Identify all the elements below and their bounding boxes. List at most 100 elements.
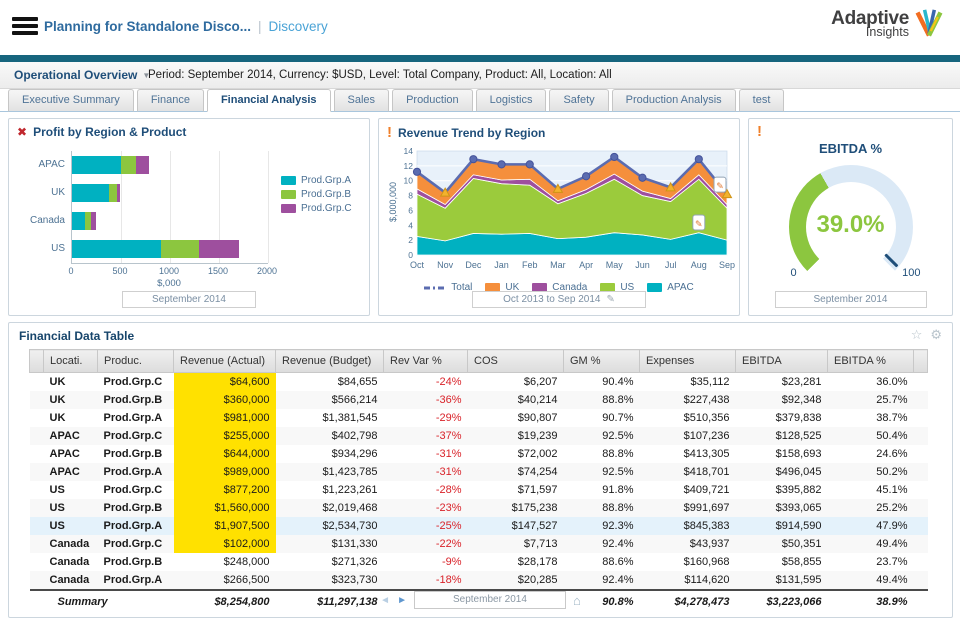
table-row[interactable]: UKProd.Grp.C$64,600$84,655-24%$6,20790.4…: [30, 373, 928, 392]
bar-x-tick-label: 1000: [159, 266, 179, 276]
cell-ebitda: $158,693: [736, 445, 828, 463]
bar-x-tick-label: 1500: [208, 266, 228, 276]
table-row[interactable]: CanadaProd.Grp.B$248,000$271,326-9%$28,1…: [30, 553, 928, 571]
panel-title: Revenue Trend by Region: [398, 126, 545, 140]
marker-circle: [470, 156, 477, 163]
tab-executive-summary[interactable]: Executive Summary: [8, 89, 134, 112]
cell-location: Canada: [44, 553, 98, 571]
gauge-period-selector[interactable]: September 2014: [775, 291, 927, 308]
gauge-value: 39.0%: [789, 211, 913, 239]
settings-gear-icon[interactable]: ⚙: [930, 327, 942, 343]
cell-rev-var: -31%: [384, 445, 468, 463]
row-gutter: [914, 571, 928, 590]
cell-rev-var: -18%: [384, 571, 468, 590]
tab-production[interactable]: Production: [392, 89, 473, 112]
app-title-group: Planning for Standalone Disco... | Disco…: [44, 19, 328, 34]
bar-category-label: Canada: [9, 207, 65, 235]
row-gutter: [30, 553, 44, 571]
cell-product: Prod.Grp.B: [98, 445, 174, 463]
logo-v-icon: [914, 8, 944, 40]
status-alert-icon: !: [387, 125, 392, 140]
pager-period-input[interactable]: September 2014: [414, 591, 566, 609]
trend-x-tick: Nov: [437, 260, 454, 270]
cell-rev-budget: $2,534,730: [276, 517, 384, 535]
bar-segment-prod-grp-c: [136, 156, 150, 174]
title-separator: |: [258, 19, 262, 34]
column-header-revenue-budget-: Revenue (Budget): [276, 350, 384, 373]
bar-row: [72, 184, 120, 202]
discovery-link[interactable]: Discovery: [269, 19, 328, 34]
tab-safety[interactable]: Safety: [549, 89, 608, 112]
table-row[interactable]: USProd.Grp.A$1,907,500$2,534,730-25%$147…: [30, 517, 928, 535]
cell-cos: $147,527: [468, 517, 564, 535]
home-icon[interactable]: ⌂: [573, 593, 581, 608]
table-row[interactable]: UKProd.Grp.B$360,000$566,214-36%$40,2148…: [30, 391, 928, 409]
tab-sales[interactable]: Sales: [334, 89, 390, 112]
trend-x-tick: Aug: [691, 260, 707, 270]
bar-segment-prod-grp-b: [121, 156, 136, 174]
table-row[interactable]: APACProd.Grp.A$989,000$1,423,785-31%$74,…: [30, 463, 928, 481]
row-gutter: [30, 481, 44, 499]
profit-period-selector[interactable]: September 2014: [122, 291, 256, 308]
trend-period-selector[interactable]: Oct 2013 to Sep 2014 ✎: [472, 291, 646, 308]
stacked-bar-chart: [71, 151, 268, 264]
bar-x-ticks: 0500100015002000: [71, 266, 267, 276]
top-bar: Planning for Standalone Disco... | Disco…: [0, 0, 960, 55]
cell-rev-budget: $402,798: [276, 427, 384, 445]
trend-y-tick: 0: [408, 250, 413, 260]
cell-expenses: $510,356: [640, 409, 736, 427]
bar-x-tick-label: 2000: [257, 266, 277, 276]
row-gutter: [914, 409, 928, 427]
cell-cos: $74,254: [468, 463, 564, 481]
cell-location: APAC: [44, 427, 98, 445]
cell-cos: $6,207: [468, 373, 564, 392]
trend-y-tick: 12: [404, 161, 414, 171]
cell-expenses: $418,701: [640, 463, 736, 481]
cell-product: Prod.Grp.C: [98, 373, 174, 392]
tab-test[interactable]: test: [739, 89, 785, 112]
page-title: Planning for Standalone Disco...: [44, 19, 251, 34]
marker-circle: [611, 153, 618, 160]
trend-y-tick: 2: [408, 235, 413, 245]
cell-rev-actual: $64,600: [174, 373, 276, 392]
marker-circle: [526, 161, 533, 168]
dashboard-selector-dropdown[interactable]: Operational Overview ▼: [14, 62, 150, 88]
tab-finance[interactable]: Finance: [137, 89, 204, 112]
cell-gm: 90.4%: [564, 373, 640, 392]
pager-prev-icon[interactable]: ◄: [380, 595, 390, 606]
tab-logistics[interactable]: Logistics: [476, 89, 547, 112]
table-row[interactable]: UKProd.Grp.A$981,000$1,381,545-29%$90,80…: [30, 409, 928, 427]
bar-x-axis-label: $,000: [71, 278, 267, 289]
cell-ebitda-pct: 45.1%: [828, 481, 914, 499]
tab-financial-analysis[interactable]: Financial Analysis: [207, 89, 331, 112]
cell-ebitda: $379,838: [736, 409, 828, 427]
bar-row: [72, 240, 239, 258]
table-row[interactable]: CanadaProd.Grp.C$102,000$131,330-22%$7,7…: [30, 535, 928, 553]
favorite-star-icon[interactable]: ☆: [911, 327, 923, 343]
tab-production-analysis[interactable]: Production Analysis: [612, 89, 736, 112]
trend-y-tick: 10: [404, 176, 414, 186]
cell-ebitda-pct: 38.7%: [828, 409, 914, 427]
column-header-ebitda-: EBITDA %: [828, 350, 914, 373]
table-header-row: Locati.Produc.Revenue (Actual)Revenue (B…: [30, 350, 928, 373]
row-gutter: [30, 409, 44, 427]
pager-next-icon[interactable]: ►: [397, 595, 407, 606]
cell-expenses: $991,697: [640, 499, 736, 517]
bar-row: [72, 212, 96, 230]
panel-revenue-trend-by-region: ! Revenue Trend by Region $,000,000 ✎✎02…: [378, 118, 740, 316]
table-row[interactable]: USProd.Grp.B$1,560,000$2,019,468-23%$175…: [30, 499, 928, 517]
table-row[interactable]: APACProd.Grp.B$644,000$934,296-31%$72,00…: [30, 445, 928, 463]
hamburger-menu-icon[interactable]: [12, 17, 38, 37]
cell-rev-var: -36%: [384, 391, 468, 409]
status-close-x-icon: ✖: [17, 125, 27, 139]
table-row[interactable]: USProd.Grp.C$877,200$1,223,261-28%$71,59…: [30, 481, 928, 499]
cell-product: Prod.Grp.B: [98, 553, 174, 571]
cell-rev-actual: $981,000: [174, 409, 276, 427]
cell-ebitda-pct: 25.7%: [828, 391, 914, 409]
table-row[interactable]: CanadaProd.Grp.A$266,500$323,730-18%$20,…: [30, 571, 928, 590]
edit-pencil-icon[interactable]: ✎: [606, 292, 614, 307]
cell-rev-budget: $1,423,785: [276, 463, 384, 481]
panel-profit-by-region-product: ✖ Profit by Region & Product APACUKCanad…: [8, 118, 370, 316]
trend-x-tick: Jul: [665, 260, 677, 270]
table-row[interactable]: APACProd.Grp.C$255,000$402,798-37%$19,23…: [30, 427, 928, 445]
